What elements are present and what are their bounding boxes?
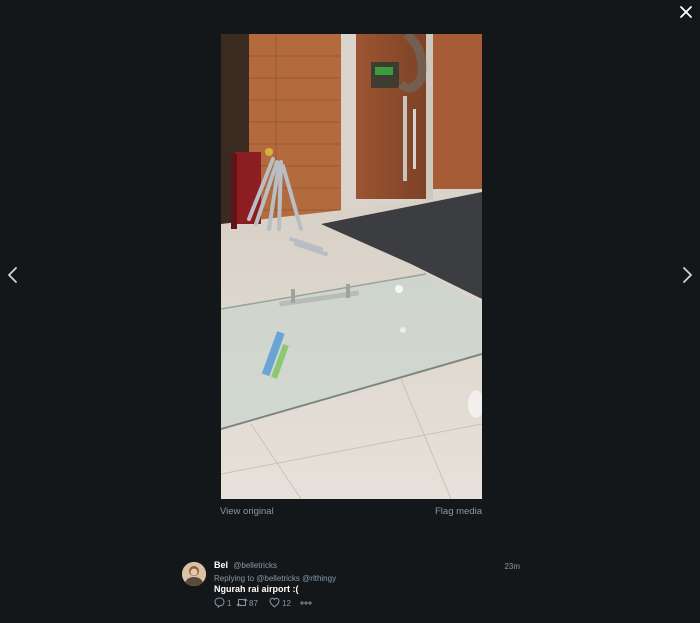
timestamp[interactable]: 23m [504,562,520,571]
tweet: Bel @belletricks 23m Replying to @bellet… [182,560,522,612]
user-handle[interactable]: @belletricks [233,561,277,570]
tweet-text: Ngurah rai airport :( [214,584,299,594]
retweet-icon [236,598,248,607]
chevron-right-icon[interactable] [680,266,694,284]
reply-count: 1 [227,599,232,608]
retweet-count: 87 [249,599,258,608]
like-count: 12 [282,599,291,608]
more-icon [300,601,312,605]
flag-media-link[interactable]: Flag media [435,506,482,517]
media-links: View original Flag media [220,506,482,520]
view-original-link[interactable]: View original [220,506,274,517]
display-name[interactable]: Bel [214,560,228,570]
media-photo [221,34,482,499]
media-viewer: View original Flag media Bel @belletrick… [0,0,700,623]
avatar[interactable] [182,562,206,586]
chevron-left-icon[interactable] [6,266,20,284]
close-icon[interactable] [678,4,694,20]
reply-icon [214,597,225,608]
tweet-header: Bel @belletricks [214,560,277,572]
heart-icon [269,597,280,608]
replying-to: Replying to @belletricks @rlthingy [214,574,337,583]
